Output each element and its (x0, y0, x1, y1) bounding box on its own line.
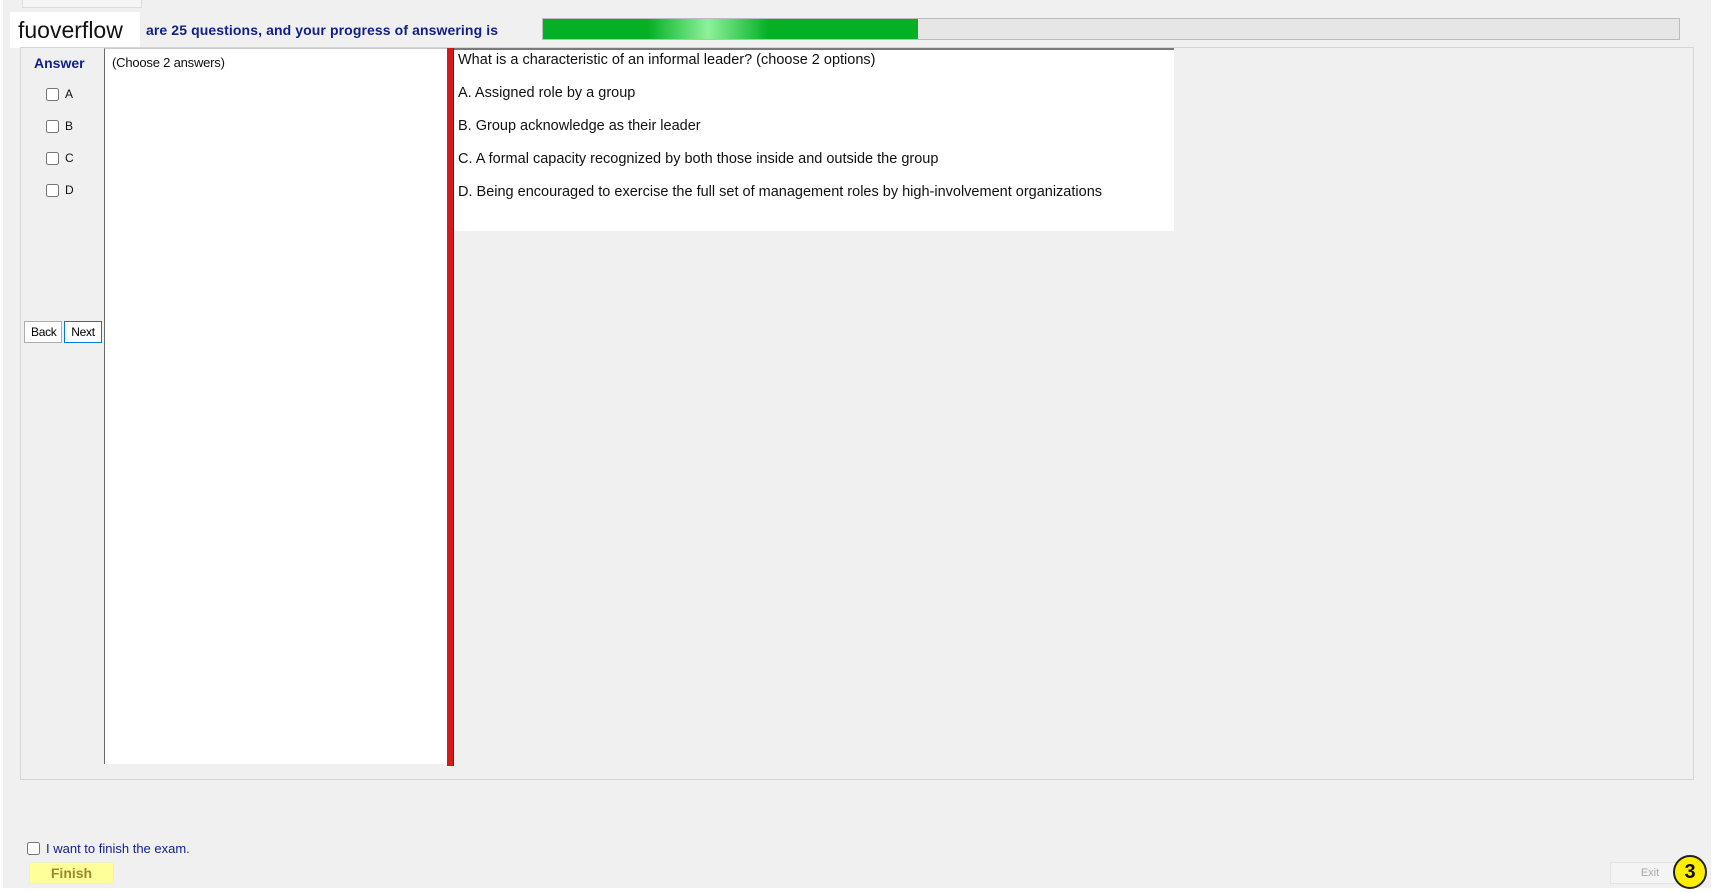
answer-option-label: B (65, 119, 74, 133)
top-tab[interactable] (22, 0, 142, 8)
answer-option-label: C (65, 151, 74, 165)
answer-option-a[interactable]: A (46, 87, 73, 101)
answer-option-b[interactable]: B (46, 119, 73, 133)
progress-bar (542, 18, 1680, 40)
back-button[interactable]: Back (24, 321, 62, 343)
answer-count-hint: (Choose 2 answers) (112, 55, 225, 70)
question-panel: What is a characteristic of an informal … (454, 48, 1174, 231)
next-button[interactable]: Next (64, 321, 102, 343)
panel-splitter[interactable] (447, 48, 454, 766)
answer-option-label: D (65, 183, 74, 197)
watermark-logo: fuoverflow (10, 12, 140, 48)
answer-heading: Answer (34, 55, 85, 71)
answer-option-d[interactable]: D (46, 183, 74, 197)
question-title: What is a characteristic of an informal … (458, 52, 876, 68)
choice-c: C. A formal capacity recognized by both … (458, 151, 939, 167)
progress-bar-fill (543, 19, 918, 39)
choice-d: D. Being encouraged to exercise the full… (458, 184, 1103, 200)
finish-button[interactable]: Finish (29, 862, 114, 884)
finish-checkbox[interactable] (27, 842, 40, 855)
answer-option-c[interactable]: C (46, 151, 74, 165)
answer-option-label: A (65, 87, 74, 101)
answer-column: Answer A B C D Back Next (22, 49, 102, 764)
answer-checkbox-a[interactable] (46, 87, 59, 101)
answer-checkbox-c[interactable] (46, 151, 59, 165)
answer-checkbox-d[interactable] (46, 183, 59, 197)
finish-confirm[interactable]: I want to finish the exam. (27, 841, 190, 856)
answer-hint-panel: (Choose 2 answers) (104, 48, 448, 764)
finish-checkbox-label: I want to finish the exam. (46, 841, 190, 856)
choice-b: B. Group acknowledge as their leader (458, 118, 701, 134)
progress-description: are 25 questions, and your progress of a… (146, 22, 499, 38)
answer-checkbox-b[interactable] (46, 119, 59, 133)
page-number-badge: 3 (1673, 855, 1707, 889)
choice-a: A. Assigned role by a group (458, 85, 636, 101)
